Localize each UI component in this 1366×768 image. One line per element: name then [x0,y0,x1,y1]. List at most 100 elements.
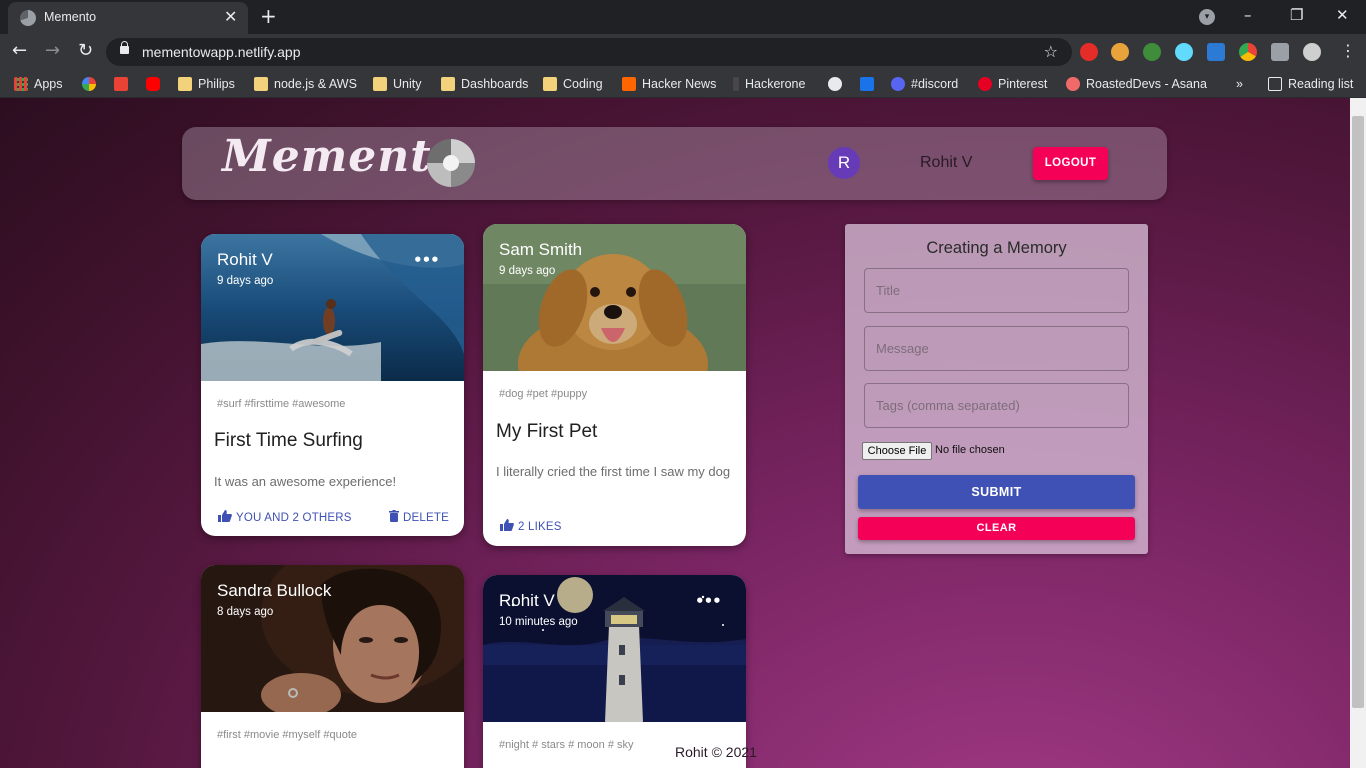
camera-shutter-logo-icon [427,139,475,187]
forward-arrow-icon[interactable]: → [45,40,60,62]
gmail-icon [114,77,128,91]
post-image-dog: Sam Smith 9 days ago [483,224,746,371]
extension-react-icon[interactable] [1175,43,1193,61]
reload-icon[interactable]: ↻ [78,40,93,62]
logout-button[interactable]: LOGOUT [1033,147,1108,180]
bookmark-hacker-news[interactable]: Hacker News [622,76,716,94]
thumb-up-icon [500,519,514,531]
bookmarks-overflow-button[interactable]: » [1236,76,1243,94]
post-author: Rohit V [217,250,273,269]
bookmark-hackerone[interactable]: Hackerone [733,76,805,94]
tab-search-icon[interactable]: ▾ [1199,9,1215,25]
bookmark-philips[interactable]: Philips [178,76,235,94]
post-tags: #first #movie #myself #quote [217,729,358,741]
username: Rohit V [920,154,973,171]
folder-icon [373,77,387,91]
clear-button[interactable]: CLEAR [858,517,1135,540]
bookmark-github[interactable] [828,76,848,94]
github-icon [828,77,842,91]
tags-field[interactable] [864,383,1129,428]
bookmark-dashboards[interactable]: Dashboards [441,76,528,94]
browser-menu-icon[interactable]: ⋮ [1340,40,1356,62]
page-viewport: Memento R Rohit V LOGOUT Rohit V 9 days … [0,98,1350,768]
new-tab-button[interactable]: + [260,5,277,27]
file-status: No file chosen [935,444,1005,456]
hackernews-icon [622,77,636,91]
post-author: Rohit V [499,591,555,610]
post-time: 9 days ago [499,265,556,277]
back-arrow-icon[interactable]: ← [12,40,27,62]
post-time: 9 days ago [217,275,274,287]
post-title: First Time Surfing [214,430,363,451]
bookmark-star-icon[interactable]: ☆ [1044,42,1058,61]
extension-shield-icon[interactable] [1207,43,1225,61]
bookmark-youtube[interactable] [146,76,166,94]
like-button[interactable]: 2 LIKES [500,519,562,533]
scrollbar-thumb[interactable] [1352,116,1364,708]
choose-file-button[interactable]: Choose File [862,442,932,460]
apps-grid-icon [14,77,28,91]
bookmark-asana[interactable]: RoastedDevs - Asana [1066,76,1207,94]
message-field[interactable] [864,326,1129,371]
footer-copyright: Rohit © 2021 [675,744,757,760]
bookmark-unity[interactable]: Unity [373,76,421,94]
post-tags: #night # stars # moon # sky [499,739,634,751]
address-bar[interactable]: mementowapp.netlify.app ☆ [106,38,1072,66]
post-card: Sam Smith 9 days ago #dog #pet #puppy My… [483,224,746,546]
bookmark-coding[interactable]: Coding [543,76,603,94]
bookmark-nodejs-aws[interactable]: node.js & AWS [254,76,357,94]
folder-icon [543,77,557,91]
folder-icon [441,77,455,91]
bookmark-google[interactable] [82,76,102,94]
tab-close-icon[interactable]: ✕ [224,8,237,26]
tab-title: Memento [44,10,97,24]
youtube-icon [146,77,160,91]
post-card: Rohit V 9 days ago ••• #surf #firsttime … [201,234,464,536]
like-button[interactable]: YOU AND 2 OTHERS [218,510,352,524]
post-author: Sandra Bullock [217,581,332,600]
more-options-icon[interactable]: ••• [413,251,440,269]
minimize-button[interactable]: – [1244,5,1252,25]
bookmark-gmail[interactable] [114,76,134,94]
pinterest-icon [978,77,992,91]
close-window-button[interactable]: ✕ [1336,5,1349,25]
more-options-icon[interactable]: ••• [695,592,722,610]
post-tags: #surf #firsttime #awesome [217,398,346,410]
bookmark-apps[interactable]: Apps [14,76,63,94]
bookmark-discord[interactable]: #discord [891,76,958,94]
extension-color-icon[interactable] [1239,43,1257,61]
extensions-puzzle-icon[interactable] [1271,43,1289,61]
thumb-up-icon [218,510,232,522]
post-image-portrait: Sandra Bullock 8 days ago [201,565,464,712]
memento-favicon-icon [20,10,36,26]
tab-memento[interactable]: Memento ✕ [8,2,248,34]
extension-chrome-icon[interactable] [1111,43,1129,61]
post-message: I literally cried the first time I saw m… [496,464,731,479]
folder-icon [178,77,192,91]
profile-avatar-icon[interactable] [1303,43,1321,61]
brand-heading[interactable]: Memento [222,131,462,182]
title-field[interactable] [864,268,1129,313]
hackerone-icon [733,77,739,91]
submit-button[interactable]: SUBMIT [858,475,1135,509]
google-icon [82,77,96,91]
asana-icon [1066,77,1080,91]
restore-button[interactable]: ❐ [1290,5,1303,25]
reading-list-button[interactable]: Reading list [1268,76,1353,94]
reading-list-icon [1268,77,1282,91]
memory-form: Creating a Memory Choose File No file ch… [845,224,1148,554]
discord-icon [891,77,905,91]
lock-icon [120,41,129,54]
browser-toolbar: ← → ↻ mementowapp.netlify.app ☆ ⋮ [0,34,1366,70]
extension-tree-icon[interactable] [1143,43,1161,61]
trash-icon [389,510,399,522]
page-scrollbar[interactable] [1350,98,1366,768]
post-message: It was an awesome experience! [214,474,397,489]
bookmarks-bar: Apps Philips node.js & AWS Unity Dashboa… [0,70,1366,98]
avatar: R [828,147,860,179]
extension-adblock-icon[interactable] [1080,43,1098,61]
bookmark-pinterest[interactable]: Pinterest [978,76,1047,94]
bookmark-saved[interactable] [860,76,880,94]
url-text: mementowapp.netlify.app [142,44,301,60]
delete-button[interactable]: DELETE [389,510,449,524]
